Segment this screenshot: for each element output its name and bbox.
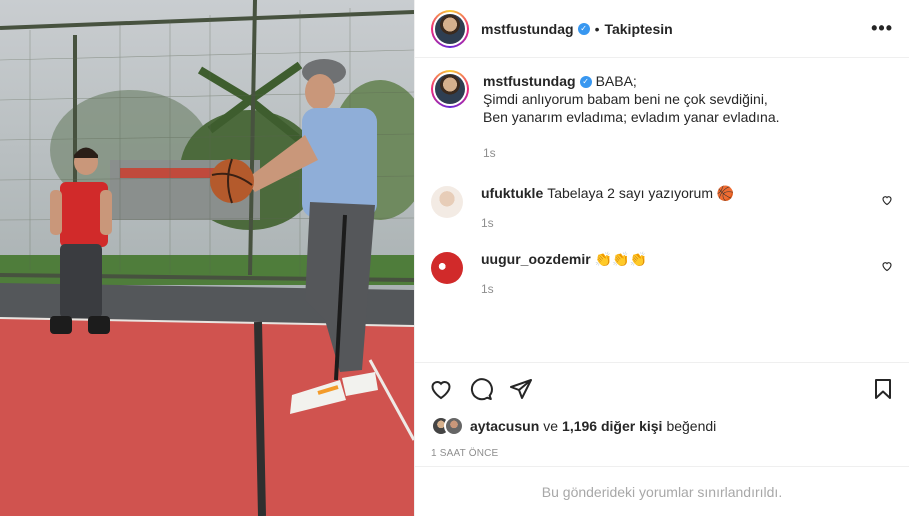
likes-connector: ve [543, 418, 559, 434]
caption-line-1: BABA; [595, 73, 637, 89]
verified-badge-icon: ✓ [577, 22, 590, 35]
more-horizontal-icon[interactable]: ••• [871, 18, 893, 39]
photo-scene [0, 0, 414, 516]
comment-username[interactable]: uugur_oozdemir [481, 251, 591, 267]
liker-avatar[interactable] [444, 416, 464, 436]
comments-list: mstfustundag ✓ BABA; Şimdi anlıyorum babam… [415, 58, 909, 362]
comment-text: Tabelaya 2 sayı yazıyorum 🏀 [547, 185, 735, 201]
verified-badge-icon: ✓ [579, 76, 592, 89]
comment-timestamp[interactable]: 1s [481, 280, 893, 298]
post-actions [415, 362, 909, 414]
author-avatar[interactable] [431, 9, 469, 48]
post-header: mstfustundag ✓ • Takiptesin ••• [415, 0, 909, 58]
comment-row: uugur_oozdemir 👏👏👏 1s [431, 250, 893, 298]
comment-avatar[interactable] [431, 186, 463, 218]
comment-username[interactable]: ufuktukle [481, 185, 543, 201]
share-send-icon[interactable] [509, 377, 533, 401]
comment-timestamp[interactable]: 1s [481, 214, 893, 232]
first-liker-username[interactable]: aytacusun [470, 418, 539, 434]
caption-timestamp[interactable]: 1s [483, 144, 893, 162]
like-heart-icon[interactable] [429, 377, 453, 401]
caption-author-avatar[interactable] [431, 70, 469, 108]
comment-bubble-icon[interactable] [469, 377, 493, 401]
comment-text: 👏👏👏 [594, 251, 647, 267]
post-sidebar: mstfustundag ✓ • Takiptesin ••• mstfustu… [414, 0, 909, 516]
caption-line-2: Şimdi anlıyorum babam beni ne çok sevdiğ… [483, 91, 768, 107]
separator-dot: • [594, 20, 600, 37]
author-username[interactable]: mstfustundag [481, 21, 574, 37]
bookmark-icon[interactable] [871, 377, 895, 401]
likes-others-count[interactable]: 1,196 diğer kişi [562, 418, 662, 434]
caption-username[interactable]: mstfustundag [483, 73, 576, 89]
post-dialog: mstfustundag ✓ • Takiptesin ••• mstfustu… [0, 0, 909, 516]
caption-row: mstfustundag ✓ BABA; Şimdi anlıyorum babam… [431, 70, 893, 162]
post-photo[interactable] [0, 0, 414, 516]
follow-status-button[interactable]: Takiptesin [604, 21, 672, 37]
heart-outline-icon[interactable] [881, 260, 893, 272]
heart-outline-icon[interactable] [881, 194, 893, 206]
comments-restricted-notice: Bu gönderideki yorumlar sınırlandırıldı. [415, 466, 909, 516]
comment-row: ufuktukle Tabelaya 2 sayı yazıyorum 🏀 1s [431, 184, 893, 232]
likes-suffix: beğendi [666, 418, 717, 434]
caption-line-3: Ben yanarım evladıma; evladım yanar evla… [483, 109, 780, 125]
comment-avatar[interactable] [431, 252, 463, 284]
likes-summary: aytacusun ve 1,196 diğer kişi beğendi [415, 414, 909, 438]
post-time-ago[interactable]: 1 SAAT ÖNCE [415, 438, 909, 466]
